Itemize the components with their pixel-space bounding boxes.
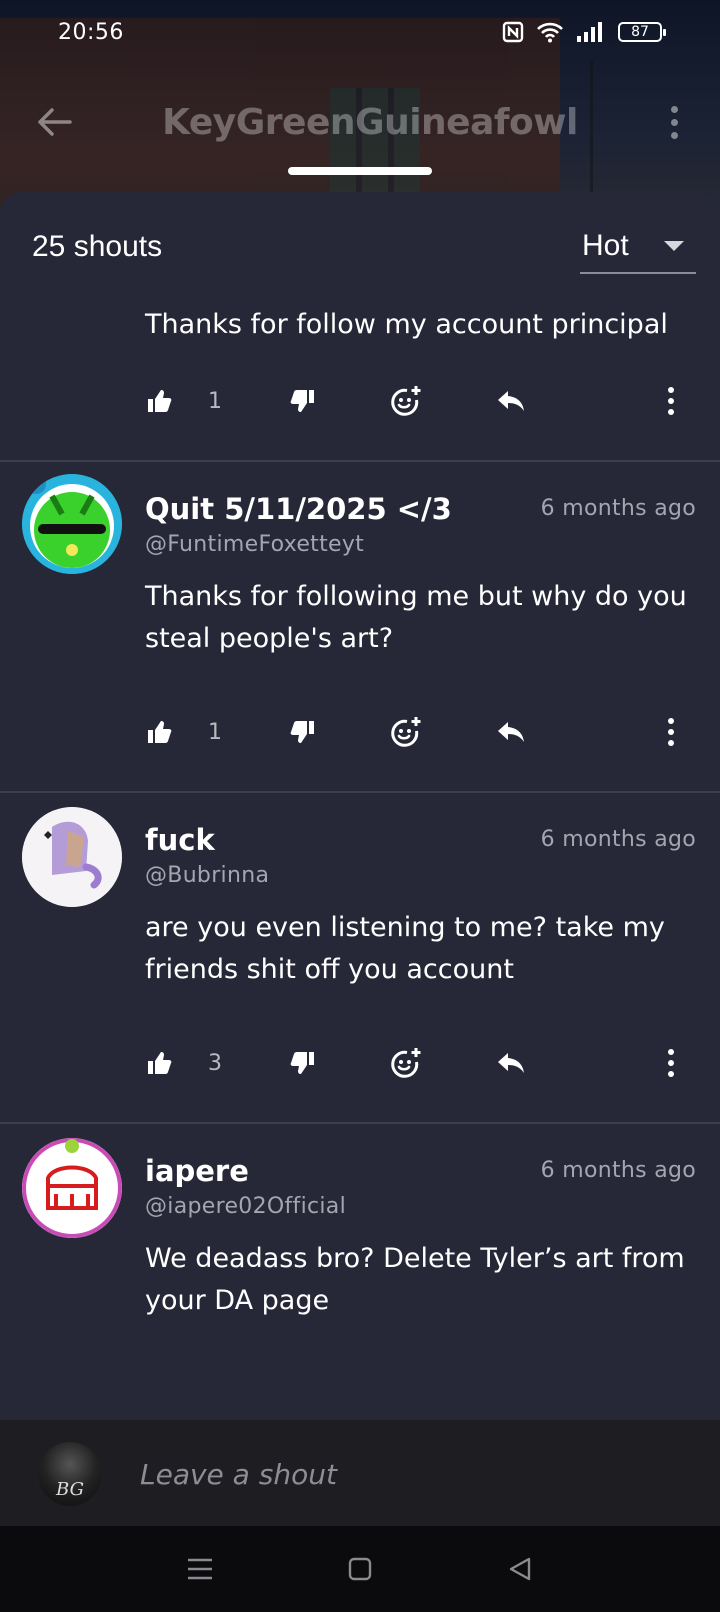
avatar-initials: BG [56, 1479, 84, 1500]
shout-input[interactable] [140, 1446, 680, 1502]
thumbs-down-icon [290, 390, 314, 412]
dislike-button[interactable] [290, 376, 316, 426]
shout-count: 25 shouts [32, 230, 163, 263]
shout-actions: 1 [0, 707, 720, 757]
avatar[interactable] [22, 807, 122, 907]
status-time: 20:56 [58, 19, 124, 45]
more-vertical-icon-dot [668, 409, 674, 415]
arrow-left-icon [38, 108, 72, 136]
more-vertical-icon-dot [668, 1071, 674, 1077]
status-icons: 87 [502, 21, 666, 43]
thumbs-up-icon [148, 1052, 172, 1074]
more-vertical-icon-dot [668, 718, 674, 724]
author-handle[interactable]: @Bubrinna [145, 863, 269, 888]
profile-top-nav: KeyGreenGuineafowl [0, 90, 720, 154]
avatar-image [22, 807, 122, 907]
avatar-image [22, 474, 122, 574]
more-vertical-icon-dot [668, 740, 674, 746]
reply-button[interactable] [496, 376, 526, 426]
shout-composer: BG [0, 1420, 720, 1526]
thumbs-up-icon [148, 721, 172, 743]
add-reaction-icon [391, 386, 421, 416]
like-count: 3 [208, 1050, 222, 1076]
author-name[interactable]: Quit 5/11/2025 </3 [145, 492, 452, 526]
menu-icon [188, 1558, 212, 1580]
status-bar: 20:56 87 [0, 0, 720, 64]
dislike-button[interactable] [290, 1038, 316, 1088]
sort-selected-value: Hot [582, 229, 629, 262]
shout-text: Thanks for follow my account principal [145, 309, 668, 340]
more-vertical-icon-dot [668, 1060, 674, 1066]
dislike-button[interactable] [290, 707, 316, 757]
avatar[interactable] [22, 1138, 122, 1238]
reply-button[interactable] [496, 1038, 526, 1088]
shout-more-button[interactable] [668, 376, 674, 426]
add-reaction-icon [391, 717, 421, 747]
shout-timestamp: 6 months ago [540, 496, 696, 521]
add-reaction-button[interactable] [390, 1038, 422, 1088]
signal-icon [577, 22, 602, 42]
shout-item: Quit 5/11/2025 </3 6 months ago @Funtime… [0, 462, 720, 793]
like-count: 1 [208, 719, 222, 745]
add-reaction-button[interactable] [390, 707, 422, 757]
system-navigation-bar [0, 1526, 720, 1612]
thumbs-up-icon [148, 390, 172, 412]
square-icon [348, 1557, 372, 1581]
triangle-back-icon [509, 1557, 531, 1581]
like-button[interactable] [146, 707, 172, 757]
system-back-button[interactable] [490, 1539, 550, 1599]
nfc-icon [502, 21, 524, 43]
thumbs-down-icon [290, 721, 314, 743]
shout-item: fuck 6 months ago @Bubrinna are you even… [0, 793, 720, 1124]
back-button[interactable] [36, 102, 76, 142]
chevron-down-icon [664, 241, 684, 251]
avatar-image [22, 1138, 122, 1238]
shouts-sheet-header: 25 shouts Hot [0, 192, 720, 304]
shout-item: iapere 6 months ago @iapere02Official We… [0, 1124, 720, 1420]
reply-icon [498, 391, 524, 411]
like-button[interactable] [146, 376, 172, 426]
more-vertical-icon-dot [670, 131, 678, 139]
battery-icon: 87 [618, 22, 666, 42]
more-vertical-icon-dot [668, 729, 674, 735]
author-handle[interactable]: @iapere02Official [145, 1194, 346, 1219]
battery-level: 87 [631, 24, 649, 40]
author-handle[interactable]: @FuntimeFoxetteyt [145, 532, 364, 557]
shouts-sheet: 25 shouts Hot Thanks for follow my accou… [0, 192, 720, 1420]
shout-more-button[interactable] [668, 707, 674, 757]
sort-dropdown[interactable]: Hot [580, 220, 696, 274]
shout-actions: 3 [0, 1038, 720, 1088]
more-vertical-icon-dot [670, 105, 678, 113]
more-vertical-icon-dot [670, 118, 678, 126]
sheet-drag-handle[interactable] [288, 167, 432, 175]
more-vertical-icon-dot [668, 1049, 674, 1055]
author-name[interactable]: fuck [145, 823, 215, 857]
add-reaction-icon [391, 1048, 421, 1078]
like-button[interactable] [146, 1038, 172, 1088]
more-vertical-icon-dot [668, 387, 674, 393]
thumbs-down-icon [290, 1052, 314, 1074]
system-home-button[interactable] [330, 1539, 390, 1599]
shout-text: are you even listening to me? take my fr… [145, 912, 665, 985]
profile-title: KeyGreenGuineafowl [162, 101, 578, 143]
like-count: 1 [208, 388, 222, 414]
my-avatar: BG [38, 1442, 102, 1506]
shout-more-button[interactable] [668, 1038, 674, 1088]
shout-actions: 1 [0, 376, 720, 426]
author-name[interactable]: iapere [145, 1154, 249, 1188]
shout-timestamp: 6 months ago [540, 827, 696, 852]
reply-icon [498, 1053, 524, 1073]
add-reaction-button[interactable] [390, 376, 422, 426]
shout-text: Thanks for following me but why do you s… [145, 581, 687, 654]
reply-icon [498, 722, 524, 742]
shout-timestamp: 6 months ago [540, 1158, 696, 1183]
reply-button[interactable] [496, 707, 526, 757]
profile-more-button[interactable] [664, 105, 684, 139]
more-vertical-icon-dot [668, 398, 674, 404]
avatar[interactable] [22, 474, 122, 574]
wifi-icon [537, 22, 563, 43]
system-menu-button[interactable] [170, 1539, 230, 1599]
shout-text: We deadass bro? Delete Tyler’s art from … [145, 1243, 685, 1316]
